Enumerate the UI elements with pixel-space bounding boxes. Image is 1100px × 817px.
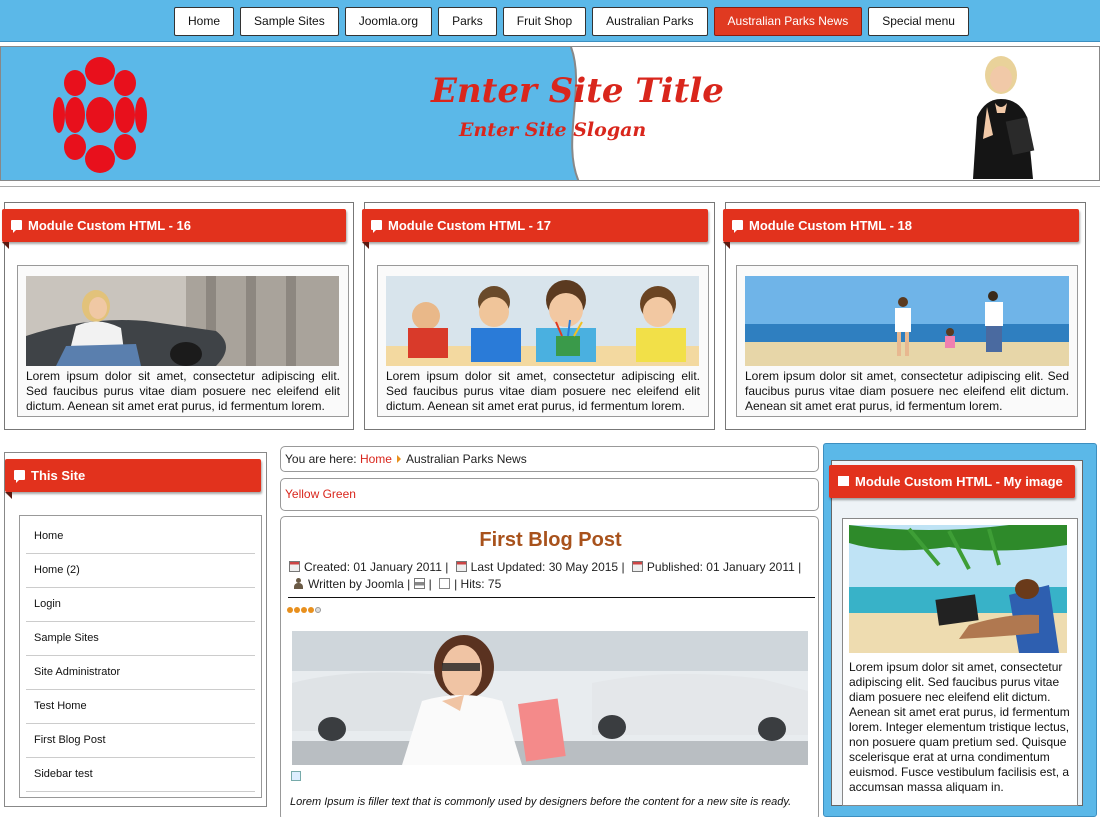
email-icon[interactable] [439, 578, 451, 589]
sidebar-item-home-2[interactable]: Home (2) [26, 554, 255, 588]
star-icon[interactable] [301, 607, 307, 613]
article-written: Written [308, 577, 346, 591]
module-custom-html-17: Module Custom HTML - 17 Lorem ipsum dolo… [362, 202, 715, 430]
module-custom-html-18: Module Custom HTML - 18 Lorem ipsum dolo… [723, 202, 1086, 430]
article-intro: Lorem Ipsum is filler text that is commo… [290, 796, 792, 808]
module-title: Module Custom HTML - 16 [28, 218, 191, 233]
sidebar-item-first-blog-post[interactable]: First Blog Post [26, 724, 255, 758]
speech-bubble-icon [838, 476, 849, 486]
star-icon[interactable] [294, 607, 300, 613]
star-icon[interactable] [315, 607, 321, 613]
woman-with-car-photo [26, 276, 339, 366]
module-text: Lorem ipsum dolor sit amet, consectetur … [745, 369, 1069, 413]
yellow-green-text: Yellow Green [285, 487, 356, 501]
star-icon[interactable] [287, 607, 293, 613]
article-created: Created: 01 January 2011 | [304, 560, 449, 574]
top-navigation: Home Sample Sites Joomla.org Parks Fruit… [0, 0, 1100, 42]
sidebar-item-login[interactable]: Login [26, 588, 255, 622]
nav-joomla-org[interactable]: Joomla.org [344, 7, 433, 36]
nav-items: Home Sample Sites Joomla.org Parks Fruit… [174, 7, 969, 36]
article-hits: | Hits: 75 [454, 577, 502, 591]
module-header: Module Custom HTML - 16 [2, 209, 346, 249]
module-text: Lorem ipsum dolor sit amet, consectetur … [386, 369, 700, 413]
site-header: Enter Site Title Enter Site Slogan [0, 46, 1100, 181]
site-slogan: Enter Site Slogan [459, 119, 647, 141]
breadcrumb-home-link[interactable]: Home [360, 452, 392, 466]
author-icon [293, 578, 304, 589]
logo-icon[interactable] [53, 55, 147, 175]
right-module-text: Lorem ipsum dolor sit amet, consectetur … [849, 660, 1070, 794]
right-module-content: Lorem ipsum dolor sit amet, consectetur … [842, 518, 1078, 806]
right-module-title: Module Custom HTML - My image [855, 474, 1063, 489]
speech-bubble-icon [732, 220, 743, 233]
rating-stars[interactable] [287, 607, 321, 613]
module-title: Module Custom HTML - 17 [388, 218, 551, 233]
sidebar-item-site-administrator[interactable]: Site Administrator [26, 656, 255, 690]
article-meta: Created: 01 January 2011 | Last Updated:… [289, 559, 814, 593]
meta-separator: | [428, 577, 432, 591]
nav-special-menu[interactable]: Special menu [868, 7, 969, 36]
image-link-icon[interactable] [291, 771, 301, 781]
breadcrumb-prefix: You are here: [285, 452, 357, 466]
nav-australian-parks-news[interactable]: Australian Parks News [713, 7, 863, 36]
speech-bubble-icon [371, 220, 382, 233]
nav-parks[interactable]: Parks [438, 7, 497, 36]
sidebar-item-test-home[interactable]: Test Home [26, 690, 255, 724]
family-beach-photo [745, 276, 1069, 366]
print-icon[interactable] [413, 578, 425, 589]
woman-laptop-beach-photo [849, 525, 1067, 653]
module-title: Module Custom HTML - 18 [749, 218, 912, 233]
module-content: Lorem ipsum dolor sit amet, consectetur … [17, 265, 349, 417]
right-sidebar: Module Custom HTML - My image Lorem ipsu… [823, 443, 1097, 817]
header-background [1, 47, 580, 180]
calendar-icon [289, 561, 300, 572]
article: First Blog Post Created: 01 January 2011… [280, 516, 819, 817]
site-title[interactable]: Enter Site Title [431, 71, 724, 111]
module-header: Module Custom HTML - 18 [723, 209, 1079, 249]
sidebar-item-sample-sites[interactable]: Sample Sites [26, 622, 255, 656]
breadcrumb-arrow-icon [396, 455, 401, 463]
sidebar-this-site: This Site Home Home (2) Login Sample Sit… [4, 452, 267, 807]
speech-bubble-icon [11, 220, 22, 233]
woman-on-phone-photo [292, 631, 808, 765]
children-classroom-photo [386, 276, 699, 366]
calendar-icon [455, 561, 467, 572]
nav-home[interactable]: Home [174, 7, 235, 36]
nav-sample-sites[interactable]: Sample Sites [240, 7, 339, 36]
module-text: Lorem ipsum dolor sit amet, consectetur … [26, 369, 340, 413]
module-content: Lorem ipsum dolor sit amet, consectetur … [377, 265, 709, 417]
nav-fruit-shop[interactable]: Fruit Shop [502, 7, 587, 36]
module-custom-html-16: Module Custom HTML - 16 Lorem ipsum dolo… [2, 202, 354, 430]
article-updated: Last Updated: 30 May 2015 | [470, 560, 625, 574]
sidebar-item-home[interactable]: Home [26, 520, 255, 554]
sidebar-header: This Site [5, 459, 261, 499]
article-title[interactable]: First Blog Post [281, 529, 820, 552]
businesswoman-photo [973, 56, 1035, 179]
article-published: Published: 01 January 2011 | [646, 560, 802, 574]
right-module-header: Module Custom HTML - My image [829, 465, 1075, 498]
module-content: Lorem ipsum dolor sit amet, consectetur … [736, 265, 1078, 417]
nav-australian-parks[interactable]: Australian Parks [592, 7, 708, 36]
divider [288, 597, 815, 598]
sidebar-item-sidebar-test[interactable]: Sidebar test [26, 758, 255, 792]
article-author: by Joomla | [349, 577, 411, 591]
module-header: Module Custom HTML - 17 [362, 209, 708, 249]
calendar-icon [631, 561, 643, 572]
star-icon[interactable] [308, 607, 314, 613]
breadcrumb: You are here: Home Australian Parks News [280, 446, 819, 472]
sidebar-title: This Site [31, 468, 86, 483]
speech-bubble-icon [14, 470, 25, 483]
sidebar-menu: Home Home (2) Login Sample Sites Site Ad… [19, 515, 262, 798]
breadcrumb-current: Australian Parks News [405, 452, 527, 466]
yellow-green-box: Yellow Green [280, 478, 819, 511]
